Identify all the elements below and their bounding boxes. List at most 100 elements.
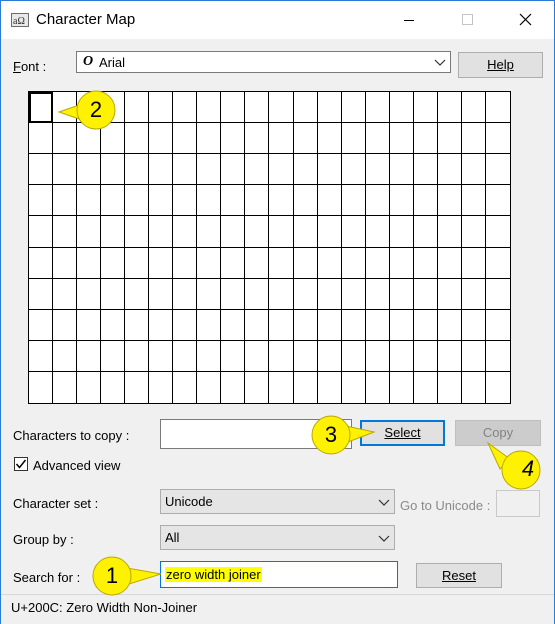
character-cell[interactable] — [29, 216, 54, 248]
character-cell[interactable] — [317, 309, 342, 341]
character-cell[interactable] — [317, 185, 342, 217]
character-cell[interactable] — [317, 216, 342, 248]
minimize-button[interactable] — [380, 1, 438, 39]
character-cell[interactable] — [29, 123, 54, 155]
character-cell[interactable] — [125, 247, 150, 279]
character-cell[interactable] — [29, 154, 54, 186]
character-cell[interactable] — [341, 247, 366, 279]
character-cell[interactable] — [53, 154, 78, 186]
character-cell[interactable] — [101, 278, 126, 310]
character-cell[interactable] — [197, 247, 222, 279]
character-cell[interactable] — [461, 216, 486, 248]
character-cell[interactable] — [101, 371, 126, 403]
character-cell[interactable] — [461, 278, 486, 310]
character-cell[interactable] — [149, 185, 174, 217]
character-cell[interactable] — [221, 154, 246, 186]
character-cell[interactable] — [197, 185, 222, 217]
character-cell[interactable] — [461, 309, 486, 341]
character-cell[interactable] — [221, 92, 246, 124]
character-cell[interactable] — [437, 123, 462, 155]
character-cell[interactable] — [197, 371, 222, 403]
character-cell[interactable] — [365, 216, 390, 248]
character-cell[interactable] — [365, 340, 390, 372]
character-cell[interactable] — [77, 371, 102, 403]
character-cell[interactable] — [413, 185, 438, 217]
character-cell[interactable] — [341, 216, 366, 248]
character-cell[interactable] — [197, 340, 222, 372]
character-cell[interactable] — [389, 92, 414, 124]
character-cell[interactable] — [485, 154, 510, 186]
character-cell[interactable] — [197, 92, 222, 124]
character-cell[interactable] — [173, 340, 198, 372]
character-cell[interactable] — [413, 123, 438, 155]
character-cell[interactable] — [317, 154, 342, 186]
character-cell[interactable] — [269, 278, 294, 310]
character-cell[interactable] — [101, 216, 126, 248]
character-cell[interactable] — [342, 371, 366, 403]
character-cell[interactable] — [125, 340, 150, 372]
character-cell[interactable] — [485, 216, 510, 248]
character-cell[interactable] — [269, 340, 294, 372]
character-cell[interactable] — [317, 123, 342, 155]
character-cell[interactable] — [29, 371, 54, 403]
character-cell[interactable] — [125, 185, 150, 217]
character-cell[interactable] — [77, 185, 102, 217]
character-cell[interactable] — [437, 340, 462, 372]
character-cell[interactable] — [149, 278, 174, 310]
character-cell[interactable] — [413, 92, 438, 124]
go-to-unicode-input[interactable] — [496, 490, 540, 517]
character-cell[interactable] — [389, 123, 414, 155]
character-cell[interactable] — [437, 92, 462, 124]
character-cell[interactable] — [341, 309, 366, 341]
character-cell[interactable] — [125, 309, 150, 341]
character-cell[interactable] — [197, 123, 222, 155]
character-cell[interactable] — [101, 309, 126, 341]
close-button[interactable] — [496, 1, 554, 39]
character-cell[interactable] — [29, 278, 54, 310]
character-cell[interactable] — [53, 278, 78, 310]
character-cell[interactable] — [77, 216, 102, 248]
character-cell[interactable] — [29, 92, 54, 124]
character-cell[interactable] — [173, 123, 198, 155]
character-cell[interactable] — [485, 248, 510, 279]
character-cell[interactable] — [245, 340, 270, 372]
character-cell[interactable] — [389, 340, 414, 372]
character-cell[interactable] — [245, 309, 270, 341]
character-cell[interactable] — [53, 247, 78, 279]
character-cell[interactable] — [77, 154, 102, 186]
character-cell[interactable] — [221, 340, 246, 372]
character-cell[interactable] — [437, 154, 462, 186]
character-cell[interactable] — [245, 123, 270, 155]
character-cell[interactable] — [149, 92, 174, 124]
character-cell[interactable] — [29, 340, 54, 372]
character-cell[interactable] — [485, 123, 510, 155]
character-cell[interactable] — [317, 340, 342, 372]
character-cell[interactable] — [461, 247, 486, 279]
character-cell[interactable] — [53, 340, 78, 372]
character-cell[interactable] — [149, 216, 174, 248]
character-cell[interactable] — [53, 185, 78, 217]
character-cell[interactable] — [293, 185, 318, 217]
character-cell[interactable] — [173, 247, 198, 279]
character-cell[interactable] — [389, 278, 414, 310]
character-cell[interactable] — [125, 278, 150, 310]
character-cell[interactable] — [293, 92, 318, 124]
character-set-dropdown[interactable]: Unicode — [160, 489, 395, 514]
character-cell[interactable] — [173, 309, 198, 341]
character-cell[interactable] — [125, 123, 150, 155]
character-cell[interactable] — [29, 247, 54, 279]
character-cell[interactable] — [365, 154, 390, 186]
character-cell[interactable] — [293, 216, 318, 248]
character-cell[interactable] — [101, 154, 126, 186]
character-cell[interactable] — [485, 310, 510, 341]
character-cell[interactable] — [77, 278, 102, 310]
group-by-dropdown[interactable]: All — [160, 525, 395, 550]
character-cell[interactable] — [269, 216, 294, 248]
advanced-view-checkbox[interactable] — [14, 457, 28, 471]
character-cell[interactable] — [149, 371, 174, 403]
character-cell[interactable] — [197, 216, 222, 248]
character-cell[interactable] — [485, 185, 510, 217]
character-cell[interactable] — [341, 185, 366, 217]
character-cell[interactable] — [437, 309, 462, 341]
help-button[interactable]: Help — [458, 52, 543, 78]
